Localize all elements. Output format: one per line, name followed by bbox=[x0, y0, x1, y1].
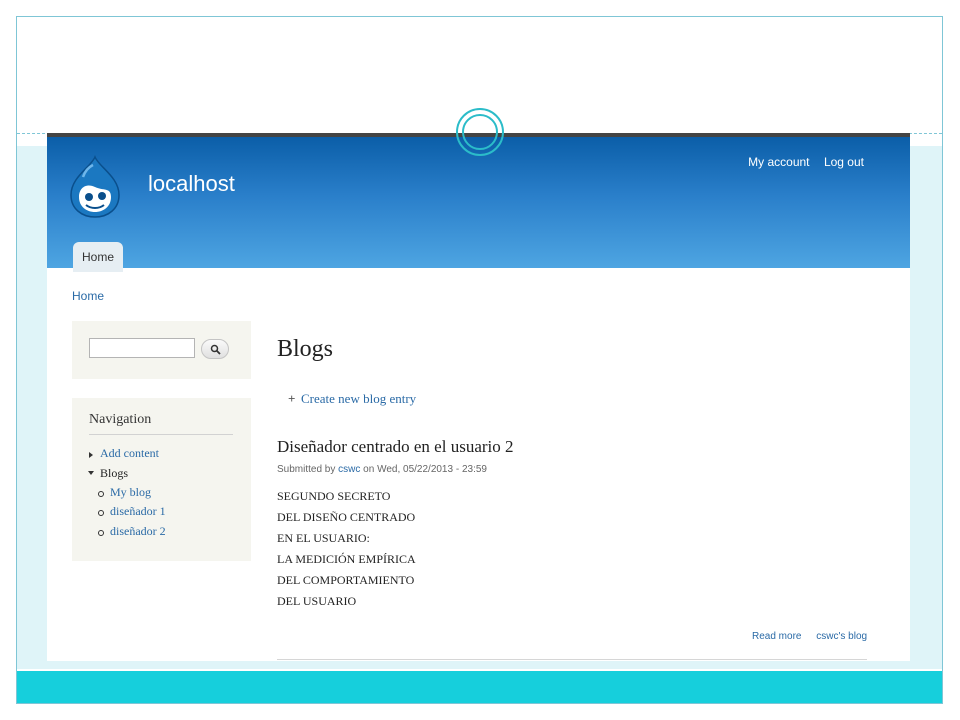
drupal-logo-icon bbox=[70, 155, 120, 218]
post-body-line: DEL COMPORTAMIENTO bbox=[277, 573, 415, 587]
read-more-link[interactable]: Read more bbox=[752, 631, 801, 642]
collapsed-arrow-icon bbox=[89, 452, 93, 458]
page-title: Blogs bbox=[277, 336, 334, 362]
bullet-icon bbox=[98, 510, 104, 516]
post-body-line: LA MEDICIÓN EMPÍRICA bbox=[277, 552, 416, 566]
search-block bbox=[72, 321, 251, 379]
nav-item-disenador-2[interactable]: diseñador 2 bbox=[110, 524, 166, 539]
post-title[interactable]: Diseñador centrado en el usuario 2 bbox=[277, 437, 514, 457]
bullet-icon bbox=[98, 491, 104, 497]
submitted-date: on Wed, 05/22/2013 - 23:59 bbox=[363, 464, 487, 475]
my-account-link[interactable]: My account bbox=[748, 155, 809, 169]
create-blog-entry-label: Create new blog entry bbox=[301, 391, 417, 406]
create-blog-entry-link[interactable]: + Create new blog entry bbox=[288, 391, 417, 407]
slide-bottom-bar bbox=[17, 671, 942, 703]
circle-ornament-icon bbox=[456, 108, 504, 156]
log-out-link[interactable]: Log out bbox=[824, 155, 864, 169]
nav-item-my-blog[interactable]: My blog bbox=[110, 485, 151, 500]
post-body-line: EN EL USUARIO: bbox=[277, 531, 370, 545]
post-divider bbox=[277, 659, 867, 660]
website-screenshot: localhost My account Log out Home Home N… bbox=[47, 133, 910, 661]
site-name[interactable]: localhost bbox=[148, 171, 235, 197]
search-icon bbox=[210, 344, 221, 355]
search-button[interactable] bbox=[201, 339, 229, 359]
navigation-block: Navigation Add content Blogs My blog dis… bbox=[72, 398, 251, 561]
breadcrumb[interactable]: Home bbox=[72, 289, 104, 303]
post-body-line: DEL DISEÑO CENTRADO bbox=[277, 510, 416, 524]
bullet-icon bbox=[98, 530, 104, 536]
post-submitted-info: Submitted by cswc on Wed, 05/22/2013 - 2… bbox=[277, 464, 487, 475]
post-body: SEGUNDO SECRETO DEL DISEÑO CENTRADO EN E… bbox=[277, 486, 416, 612]
navigation-divider bbox=[89, 434, 233, 435]
user-blog-link[interactable]: cswc's blog bbox=[816, 631, 867, 642]
post-links: Read more cswc's blog bbox=[752, 631, 879, 642]
navigation-title: Navigation bbox=[89, 412, 152, 427]
tab-home[interactable]: Home bbox=[73, 242, 124, 272]
post-body-line: DEL USUARIO bbox=[277, 594, 357, 608]
search-input[interactable] bbox=[89, 338, 195, 358]
nav-item-add-content[interactable]: Add content bbox=[100, 446, 159, 461]
author-link[interactable]: cswc bbox=[338, 464, 360, 475]
secondary-menu: My account Log out bbox=[738, 153, 864, 171]
nav-item-disenador-1[interactable]: diseñador 1 bbox=[110, 504, 166, 519]
nav-item-blogs[interactable]: Blogs bbox=[100, 466, 128, 481]
post-body-line: SEGUNDO SECRETO bbox=[277, 489, 391, 503]
plus-icon: + bbox=[288, 391, 296, 406]
submitted-prefix: Submitted by bbox=[277, 464, 336, 475]
expanded-arrow-icon bbox=[88, 471, 94, 475]
